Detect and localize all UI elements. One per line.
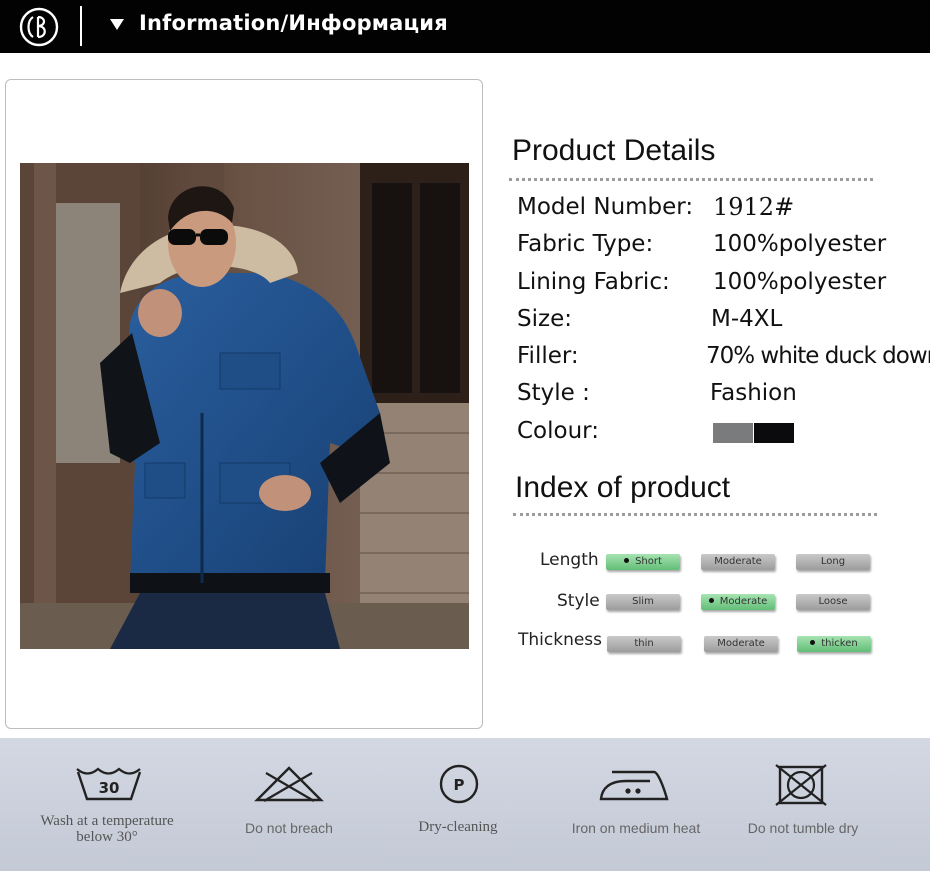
svg-text:30: 30	[99, 779, 120, 797]
size-label: Size:	[517, 306, 572, 332]
svg-text:P: P	[454, 776, 465, 794]
iron-medium-icon	[599, 770, 669, 801]
colour-swatch-grey[interactable]	[713, 423, 753, 443]
triangle-down-icon[interactable]	[109, 16, 125, 32]
index-label-thickness: Thickness	[518, 630, 603, 650]
header-title: Information/Информация	[139, 11, 448, 35]
brand-logo-icon	[19, 7, 59, 47]
size-value: M-4XL	[711, 306, 783, 332]
wash-30-icon: 30	[76, 767, 142, 801]
dotted-divider	[513, 513, 877, 516]
care-text-dry-clean: Dry-cleaning	[418, 819, 498, 835]
style-label: Style :	[517, 380, 590, 406]
index-label-length: Length	[540, 550, 599, 570]
no-tumble-dry-icon	[775, 764, 827, 806]
index-option: Moderate	[701, 594, 775, 610]
product-details-title: Product Details	[512, 134, 716, 167]
index-option: Short	[606, 554, 680, 570]
index-label-style: Style	[557, 591, 600, 611]
fabric-type-value: 100%polyester	[713, 231, 887, 257]
care-text-no-tumble: Do not tumble dry	[747, 820, 859, 836]
fabric-type-label: Fabric Type:	[517, 231, 654, 257]
filler-label: Filler:	[517, 343, 579, 369]
lining-fabric-label: Lining Fabric:	[517, 269, 670, 295]
colour-label: Colour:	[517, 418, 599, 444]
care-text-no-bleach: Do not breach	[245, 820, 333, 836]
colour-swatch-black[interactable]	[754, 423, 794, 443]
care-text-wash: Wash at a temperature below 30°	[40, 813, 174, 845]
dotted-divider	[509, 178, 873, 181]
index-option: thin	[607, 636, 681, 652]
header-divider	[80, 6, 82, 46]
model-number-value: 1912#	[713, 193, 795, 221]
index-option: thicken	[797, 636, 871, 652]
index-option: Moderate	[701, 554, 775, 570]
model-number-label: Model Number:	[517, 194, 694, 220]
index-option: Loose	[796, 594, 870, 610]
index-option: Moderate	[704, 636, 778, 652]
care-instructions-bar: 30 Wash at a temperature below 30° Do not…	[0, 738, 930, 871]
lining-fabric-value: 100%polyester	[713, 269, 887, 295]
index-option: Slim	[606, 594, 680, 610]
filler-value: 70% white duck down	[706, 343, 930, 369]
no-bleach-icon	[254, 766, 324, 802]
care-text-iron: Iron on medium heat	[571, 820, 701, 836]
index-option: Long	[796, 554, 870, 570]
index-title: Index of product	[515, 471, 731, 504]
dry-clean-icon: P	[439, 764, 479, 804]
style-value: Fashion	[710, 380, 797, 406]
header-bar: Information/Информация	[0, 0, 930, 53]
product-photo	[20, 163, 469, 649]
